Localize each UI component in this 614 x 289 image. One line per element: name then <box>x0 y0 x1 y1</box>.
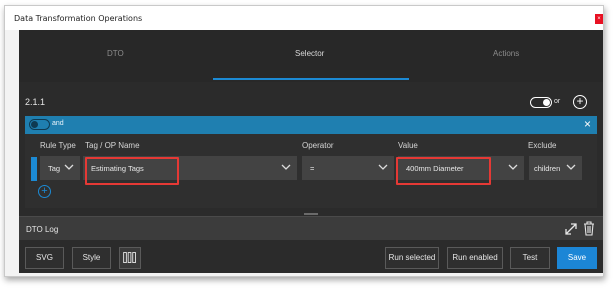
exclude-value: children <box>534 164 561 173</box>
chevron-down-icon <box>508 164 518 170</box>
add-group-button[interactable]: + <box>573 95 587 109</box>
column-exclude: Exclude <box>528 141 557 150</box>
rule-type-select[interactable]: Tag <box>40 156 80 180</box>
svg-button[interactable]: SVG <box>25 247 64 269</box>
add-rule-button[interactable]: + <box>38 185 51 198</box>
operator-value: = <box>310 164 315 173</box>
tag-name-value: Estimating Tags <box>91 164 144 173</box>
window-title: Data Transformation Operations <box>14 14 143 23</box>
tab-actions[interactable]: Actions <box>493 49 519 58</box>
toggle-knob <box>31 121 38 128</box>
main-panel: DTO Selector Actions 2.1.1 or + and × Ru… <box>19 30 603 273</box>
section-number: 2.1.1 <box>25 97 46 107</box>
column-operator: Operator <box>302 141 334 150</box>
active-tab-indicator <box>213 78 409 80</box>
column-tag-name: Tag / OP Name <box>85 141 140 150</box>
save-button[interactable]: Save <box>557 247 597 269</box>
chevron-down-icon <box>281 164 291 170</box>
rule-editor: Rule Type Tag / OP Name Operator Value E… <box>25 134 597 208</box>
run-enabled-button[interactable]: Run enabled <box>447 247 503 269</box>
columns-button[interactable] <box>119 247 141 269</box>
columns-icon <box>123 252 136 263</box>
dto-window: Data Transformation Operations × DTO Sel… <box>4 5 604 277</box>
tab-bar: DTO Selector Actions <box>19 30 603 82</box>
chevron-down-icon <box>378 164 388 170</box>
and-toggle[interactable] <box>29 119 50 130</box>
chevron-down-icon <box>566 164 576 170</box>
run-selected-button[interactable]: Run selected <box>385 247 439 269</box>
style-button[interactable]: Style <box>72 247 111 269</box>
test-button[interactable]: Test <box>510 247 550 269</box>
rule-type-value: Tag <box>48 164 61 173</box>
tab-selector[interactable]: Selector <box>295 49 324 58</box>
value-select[interactable]: 400mm Diameter <box>396 156 524 185</box>
expand-icon[interactable] <box>563 221 579 237</box>
splitter-handle[interactable] <box>304 213 318 215</box>
trash-icon[interactable] <box>582 220 596 237</box>
operator-select[interactable]: = <box>302 156 394 180</box>
and-group-bar: and × <box>25 116 597 134</box>
window-close-button[interactable]: × <box>595 14 603 24</box>
value-value: 400mm Diameter <box>406 164 464 173</box>
column-value: Value <box>398 141 418 150</box>
or-label: or <box>554 98 561 105</box>
footer-toolbar: SVG Style Run selected Run enabled Test … <box>19 240 603 273</box>
tag-name-select[interactable]: Estimating Tags <box>83 156 297 185</box>
title-bar: Data Transformation Operations × <box>5 6 603 30</box>
toggle-knob <box>543 99 550 106</box>
and-label: and <box>52 120 64 127</box>
chevron-down-icon <box>64 164 74 170</box>
log-title: DTO Log <box>26 225 59 234</box>
or-toggle[interactable] <box>530 97 552 108</box>
tab-dto[interactable]: DTO <box>107 49 124 58</box>
exclude-select[interactable]: children <box>529 156 582 180</box>
close-icon[interactable]: × <box>584 117 591 131</box>
dto-log-bar: DTO Log <box>19 216 603 240</box>
section-header: 2.1.1 or + <box>19 88 603 114</box>
rule-selected-marker <box>31 157 37 181</box>
column-rule-type: Rule Type <box>40 141 76 150</box>
